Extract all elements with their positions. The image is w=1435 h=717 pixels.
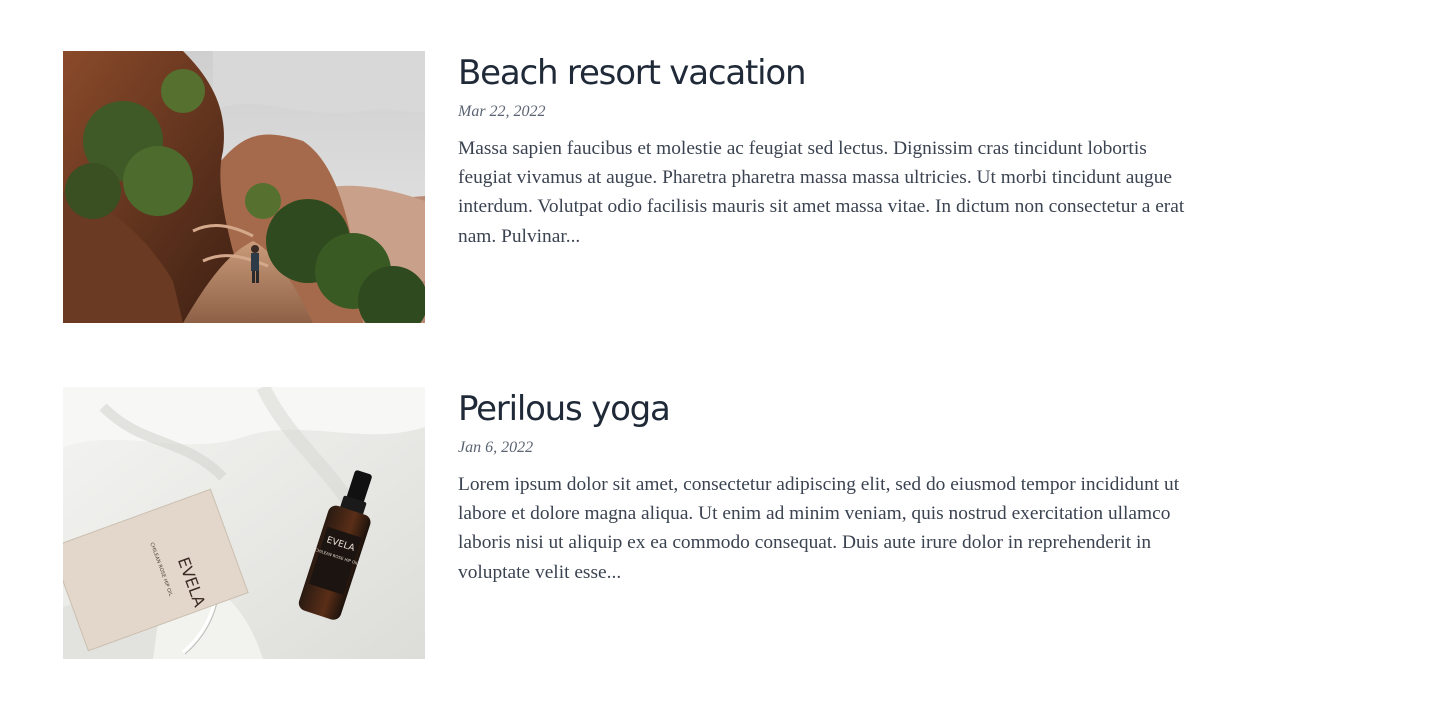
post-list-item: Beach resort vacation Mar 22, 2022 Massa… — [63, 51, 1243, 323]
serum-bottle-photo: EVELA CHILEAN ROSE HIP OIL EVELA CHILEAN… — [63, 387, 425, 659]
post-thumbnail-link[interactable] — [63, 51, 425, 323]
post-date: Mar 22, 2022 — [458, 103, 546, 120]
post-thumbnail-link[interactable]: EVELA CHILEAN ROSE HIP OIL EVELA CHILEAN… — [63, 387, 425, 659]
post-list-item: EVELA CHILEAN ROSE HIP OIL EVELA CHILEAN… — [63, 387, 1243, 659]
post-content: Beach resort vacation Mar 22, 2022 Massa… — [458, 51, 1218, 251]
post-content: Perilous yoga Jan 6, 2022 Lorem ipsum do… — [458, 387, 1218, 587]
post-excerpt: Lorem ipsum dolor sit amet, consectetur … — [458, 474, 1180, 583]
post-excerpt: Massa sapien faucibus et molestie ac feu… — [458, 138, 1185, 247]
post-title[interactable]: Perilous yoga — [458, 387, 1218, 431]
canyon-hiker-photo — [63, 51, 425, 323]
post-title[interactable]: Beach resort vacation — [458, 51, 1218, 95]
post-date: Jan 6, 2022 — [458, 439, 534, 456]
